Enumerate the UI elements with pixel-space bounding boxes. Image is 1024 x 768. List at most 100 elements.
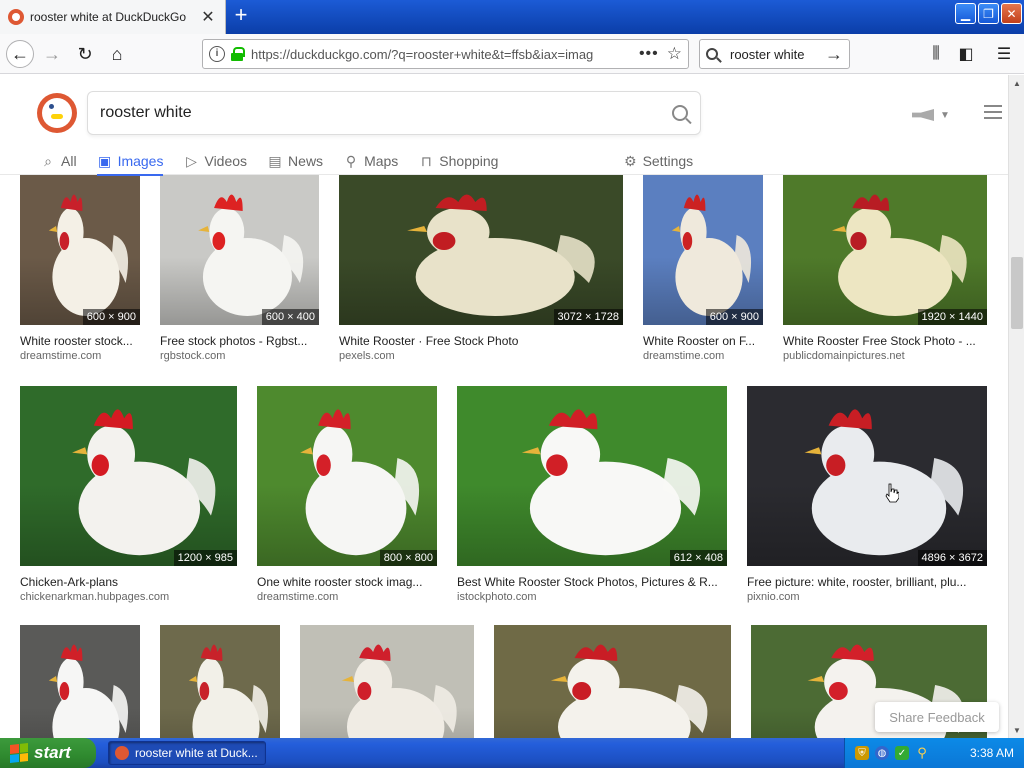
rooster-image <box>48 644 129 738</box>
reload-button[interactable]: ↻ <box>71 40 99 68</box>
image-title[interactable]: White Rooster · Free Stock Photo <box>339 334 623 348</box>
close-window-button[interactable]: ✕ <box>1001 3 1022 24</box>
browser-tab-strip: rooster white at DuckDuckGo ✕ + ▁ ❐ ✕ <box>0 0 1024 34</box>
image-result[interactable]: 1920 × 1440 White Rooster Free Stock Phot… <box>783 175 987 362</box>
share-feedback-button[interactable]: Share Feedback <box>875 702 999 732</box>
image-thumbnail[interactable]: 600 × 400 <box>160 175 319 325</box>
image-thumbnail[interactable]: 4896 × 3672 <box>747 386 987 566</box>
home-button[interactable]: ⌂ <box>103 40 131 68</box>
lock-icon[interactable] <box>231 47 245 61</box>
browser-search-text[interactable]: rooster white <box>730 47 825 62</box>
new-tab-button[interactable]: + <box>230 4 252 28</box>
sidebar-icon[interactable]: ◧ <box>954 42 978 66</box>
image-thumbnail[interactable] <box>20 625 140 738</box>
tab-images[interactable]: ▣ Images <box>96 147 163 176</box>
image-title[interactable]: One white rooster stock imag... <box>257 575 437 589</box>
image-source[interactable]: publicdomainpictures.net <box>783 350 987 362</box>
image-thumbnail[interactable] <box>160 625 280 738</box>
image-result[interactable] <box>300 625 474 738</box>
image-thumbnail[interactable]: 600 × 900 <box>20 175 140 325</box>
tab-news[interactable]: ▤ News <box>267 147 323 175</box>
image-result[interactable]: 800 × 800 One white rooster stock imag...… <box>257 386 437 603</box>
restore-button[interactable]: ❐ <box>978 3 999 24</box>
network-icon[interactable]: ◍ <box>875 746 889 760</box>
url-bar[interactable]: i https://duckduckgo.com/?q=rooster+whit… <box>202 39 689 69</box>
hand-cursor-icon <box>885 483 899 503</box>
tab-maps[interactable]: ⚲ Maps <box>343 147 398 175</box>
image-result[interactable]: 4896 × 3672 Free picture: white, rooster,… <box>747 386 987 603</box>
firefox-icon <box>115 746 129 760</box>
image-thumbnail[interactable]: 3072 × 1728 <box>339 175 623 325</box>
image-title[interactable]: Free stock photos - Rgbst... <box>160 334 319 348</box>
image-title[interactable]: White rooster stock... <box>20 334 140 348</box>
tab-videos[interactable]: ▷ Videos <box>183 147 247 175</box>
sync-icon[interactable]: ✓ <box>895 746 909 760</box>
image-thumbnail[interactable]: 1920 × 1440 <box>783 175 987 325</box>
tab-shopping[interactable]: ⊓ Shopping <box>418 147 499 175</box>
image-result[interactable] <box>20 625 140 738</box>
image-title[interactable]: Best White Rooster Stock Photos, Picture… <box>457 575 727 589</box>
taskbar-window-firefox[interactable]: rooster white at Duck... <box>108 741 266 765</box>
scrollbar-thumb[interactable] <box>1011 257 1023 329</box>
image-thumbnail[interactable]: 1200 × 985 <box>20 386 237 566</box>
scroll-up-arrow-icon[interactable]: ▲ <box>1010 75 1024 91</box>
settings-link[interactable]: ⚙ Settings <box>624 147 693 175</box>
start-button[interactable]: start <box>0 738 96 768</box>
image-result[interactable]: 600 × 400 Free stock photos - Rgbst... rgb… <box>160 175 319 362</box>
image-source[interactable]: dreamstime.com <box>257 591 437 603</box>
image-source[interactable]: rgbstock.com <box>160 350 319 362</box>
image-result[interactable]: 600 × 900 White rooster stock... dreamstim… <box>20 175 140 362</box>
arrow-right-icon[interactable]: → <box>825 44 843 65</box>
image-result[interactable]: 3072 × 1728 White Rooster · Free Stock Ph… <box>339 175 623 362</box>
browser-search-bar[interactable]: rooster white → <box>699 39 850 69</box>
close-tab-icon[interactable]: ✕ <box>199 7 217 27</box>
vertical-scrollbar[interactable]: ▲ ▼ <box>1008 75 1024 738</box>
image-source[interactable]: pixnio.com <box>747 591 987 603</box>
magnifier-icon[interactable]: ⚲ <box>915 745 929 760</box>
image-source[interactable]: pexels.com <box>339 350 623 362</box>
tab-label: Shopping <box>439 153 499 169</box>
image-result[interactable]: 1200 × 985 Chicken-Ark-plans chickenarkman… <box>20 386 237 603</box>
image-thumbnail[interactable]: 800 × 800 <box>257 386 437 566</box>
image-thumbnail[interactable]: 612 × 408 <box>457 386 727 566</box>
image-title[interactable]: Free picture: white, rooster, brilliant,… <box>747 575 987 589</box>
ddg-menu-icon[interactable] <box>984 105 1002 119</box>
info-icon[interactable]: i <box>209 46 225 62</box>
page-actions-button[interactable]: ••• <box>639 45 659 63</box>
browser-tab[interactable]: rooster white at DuckDuckGo ✕ <box>0 0 226 34</box>
tab-all[interactable]: ⌕ All <box>40 147 76 175</box>
image-source[interactable]: dreamstime.com <box>643 350 763 362</box>
back-button[interactable]: ← <box>6 40 34 68</box>
image-result[interactable] <box>494 625 731 738</box>
minimize-button[interactable]: ▁ <box>955 3 976 24</box>
search-icon[interactable] <box>672 105 688 121</box>
image-source[interactable]: istockphoto.com <box>457 591 727 603</box>
duckduckgo-logo[interactable] <box>37 93 77 133</box>
image-result[interactable]: 600 × 900 White Rooster on F... dreamstime… <box>643 175 763 362</box>
search-input[interactable]: rooster white <box>87 91 701 135</box>
image-thumbnail[interactable]: 600 × 900 <box>643 175 763 325</box>
image-thumbnail[interactable] <box>300 625 474 738</box>
image-dimensions: 600 × 900 <box>82 309 140 325</box>
image-result[interactable] <box>160 625 280 738</box>
rooster-image <box>72 409 216 556</box>
tab-title: rooster white at DuckDuckGo <box>30 10 187 24</box>
play-icon: ▷ <box>186 152 197 169</box>
image-title[interactable]: White Rooster on F... <box>643 334 763 348</box>
megaphone-dropdown[interactable]: ▼ <box>912 107 956 123</box>
forward-button[interactable]: → <box>38 40 66 68</box>
bookmark-star-icon[interactable]: ☆ <box>667 44 682 64</box>
image-title[interactable]: Chicken-Ark-plans <box>20 575 237 589</box>
rooster-image <box>407 194 595 316</box>
url-text[interactable]: https://duckduckgo.com/?q=rooster+white&… <box>251 47 631 62</box>
scroll-down-arrow-icon[interactable]: ▼ <box>1010 722 1024 738</box>
image-thumbnail[interactable] <box>494 625 731 738</box>
library-icon[interactable]: ⫼ <box>924 42 948 66</box>
image-source[interactable]: dreamstime.com <box>20 350 140 362</box>
search-query[interactable]: rooster white <box>100 104 672 122</box>
image-result[interactable]: 612 × 408 Best White Rooster Stock Photos… <box>457 386 727 603</box>
image-title[interactable]: White Rooster Free Stock Photo - ... <box>783 334 987 348</box>
hamburger-menu-icon[interactable]: ☰ <box>992 42 1016 66</box>
shield-icon[interactable]: ⛨ <box>855 746 869 760</box>
image-source[interactable]: chickenarkman.hubpages.com <box>20 591 237 603</box>
